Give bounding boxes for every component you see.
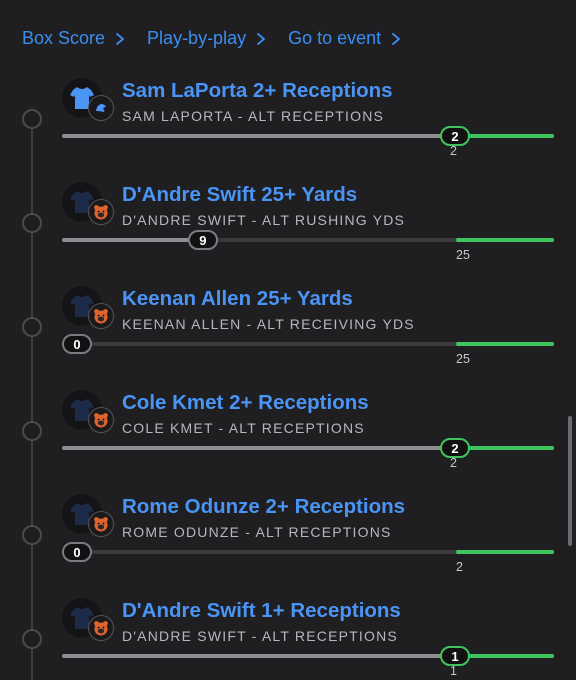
leg-title[interactable]: D'Andre Swift 25+ Yards — [122, 183, 357, 207]
team-logo — [88, 303, 114, 329]
player-avatar — [62, 182, 114, 225]
target-zone — [456, 550, 554, 554]
target-value-label: 2 — [450, 144, 457, 158]
timeline-node — [22, 421, 42, 441]
player-avatar — [62, 286, 114, 329]
parlay-leg[interactable]: D'Andre Swift 25+ Yards D'ANDRE SWIFT - … — [0, 182, 576, 286]
bears-logo-icon — [94, 205, 108, 220]
progress-track — [62, 550, 554, 554]
play-by-play-link[interactable]: Play-by-play — [147, 28, 268, 49]
player-avatar — [62, 390, 114, 433]
timeline-node — [22, 213, 42, 233]
current-value-pill: 0 — [62, 542, 92, 562]
parlay-leg[interactable]: Rome Odunze 2+ Receptions ROME ODUNZE - … — [0, 494, 576, 598]
timeline-node — [22, 109, 42, 129]
parlay-leg[interactable]: D'Andre Swift 1+ Receptions D'ANDRE SWIF… — [0, 598, 576, 680]
box-score-link[interactable]: Box Score — [22, 28, 127, 49]
leg-subtitle: SAM LAPORTA - ALT RECEPTIONS — [122, 108, 385, 124]
progress-fill — [62, 654, 456, 658]
parlay-leg[interactable]: Sam LaPorta 2+ Receptions SAM LAPORTA - … — [0, 78, 576, 182]
team-logo — [88, 407, 114, 433]
target-value-label: 25 — [456, 248, 470, 262]
current-value-pill: 0 — [62, 334, 92, 354]
chevron-right-icon — [116, 32, 124, 45]
current-value-pill: 1 — [440, 646, 470, 666]
target-zone — [456, 446, 554, 450]
player-avatar — [62, 598, 114, 641]
bears-logo-icon — [94, 413, 108, 428]
bears-logo-icon — [94, 517, 108, 532]
team-logo — [88, 199, 114, 225]
current-value-pill: 2 — [440, 126, 470, 146]
leg-subtitle: COLE KMET - ALT RECEPTIONS — [122, 420, 365, 436]
chevron-right-icon — [257, 32, 265, 45]
leg-title[interactable]: Keenan Allen 25+ Yards — [122, 287, 353, 311]
target-zone — [456, 654, 554, 658]
target-value-label: 2 — [456, 560, 463, 574]
current-value-pill: 9 — [187, 230, 218, 250]
progress-fill — [62, 238, 204, 242]
player-avatar — [62, 494, 114, 537]
timeline-node — [22, 629, 42, 649]
leg-subtitle: D'ANDRE SWIFT - ALT RUSHING YDS — [122, 212, 406, 228]
target-zone — [456, 342, 554, 346]
target-value-label: 25 — [456, 352, 470, 366]
target-value-label: 2 — [450, 456, 457, 470]
progress-track — [62, 446, 554, 450]
breadcrumb: Box Score Play-by-play Go to event — [22, 28, 423, 49]
leg-subtitle: ROME ODUNZE - ALT RECEPTIONS — [122, 524, 392, 540]
player-avatar — [62, 78, 114, 121]
leg-subtitle: KEENAN ALLEN - ALT RECEIVING YDS — [122, 316, 415, 332]
bears-logo-icon — [94, 621, 108, 636]
leg-title[interactable]: D'Andre Swift 1+ Receptions — [122, 599, 401, 623]
progress-fill — [62, 134, 456, 138]
play-by-play-label: Play-by-play — [147, 28, 247, 48]
chevron-right-icon — [392, 32, 401, 45]
parlay-leg[interactable]: Cole Kmet 2+ Receptions COLE KMET - ALT … — [0, 390, 576, 494]
bears-logo-icon — [94, 309, 108, 324]
progress-fill — [62, 446, 456, 450]
go-to-event-link[interactable]: Go to event — [288, 28, 403, 49]
team-logo — [88, 511, 114, 537]
team-logo — [88, 95, 114, 121]
leg-title[interactable]: Cole Kmet 2+ Receptions — [122, 391, 369, 415]
parlay-leg[interactable]: Keenan Allen 25+ Yards KEENAN ALLEN - AL… — [0, 286, 576, 390]
timeline-node — [22, 525, 42, 545]
progress-track — [62, 238, 554, 242]
leg-title[interactable]: Sam LaPorta 2+ Receptions — [122, 79, 393, 103]
scrollbar[interactable] — [568, 416, 572, 546]
leg-subtitle: D'ANDRE SWIFT - ALT RECEPTIONS — [122, 628, 398, 644]
target-zone — [456, 238, 554, 242]
leg-title[interactable]: Rome Odunze 2+ Receptions — [122, 495, 405, 519]
progress-track — [62, 342, 554, 346]
go-to-event-label: Go to event — [288, 28, 382, 48]
timeline-node — [22, 317, 42, 337]
target-zone — [456, 134, 554, 138]
current-value-pill: 2 — [440, 438, 470, 458]
team-logo — [88, 615, 114, 641]
progress-track — [62, 134, 554, 138]
lions-logo-icon — [96, 104, 106, 112]
progress-track — [62, 654, 554, 658]
target-value-label: 1 — [450, 664, 457, 678]
box-score-label: Box Score — [22, 28, 106, 48]
